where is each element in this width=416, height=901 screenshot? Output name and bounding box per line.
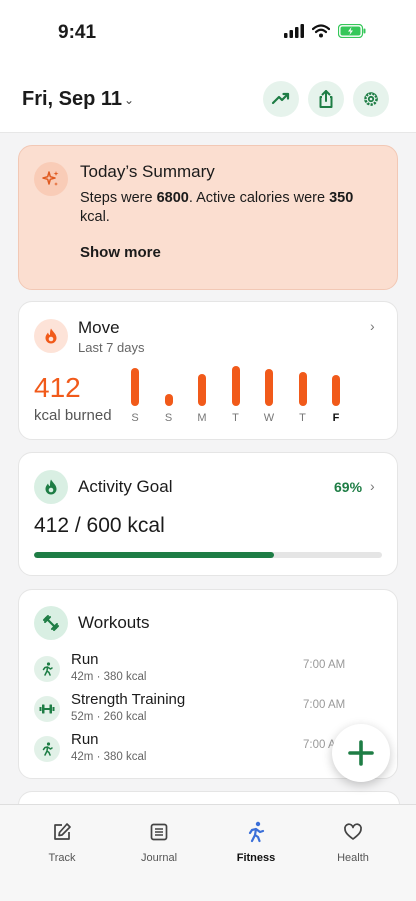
move-bar-column: F bbox=[325, 362, 347, 432]
summary-steps: 6800 bbox=[156, 190, 189, 206]
move-bar-label: T bbox=[299, 412, 306, 424]
workout-name: Run bbox=[71, 651, 99, 668]
workout-name: Run bbox=[71, 731, 99, 748]
move-bar-label: S bbox=[131, 412, 139, 424]
move-bar bbox=[131, 368, 139, 406]
date-selector[interactable]: Fri, Sep 11 bbox=[22, 88, 122, 111]
trends-button[interactable] bbox=[263, 81, 299, 117]
workout-meta: 42m · 380 kcal bbox=[71, 751, 147, 763]
nav-label: Fitness bbox=[236, 852, 276, 864]
workout-icon bbox=[34, 606, 68, 640]
nav-label: Health bbox=[337, 852, 369, 864]
move-subtitle: Last 7 days bbox=[78, 340, 145, 355]
workout-name: Strength Training bbox=[71, 691, 186, 708]
workout-meta: 42m · 380 kcal bbox=[71, 671, 147, 683]
fitness-icon bbox=[216, 819, 296, 845]
nav-item-fitness[interactable]: Fitness bbox=[216, 819, 296, 864]
flame-icon bbox=[34, 319, 68, 353]
run-icon bbox=[34, 736, 60, 762]
nav-item-track[interactable]: Track bbox=[22, 819, 102, 864]
move-bar-label: S bbox=[164, 412, 173, 424]
add-button[interactable] bbox=[332, 724, 390, 782]
move-bar-label: T bbox=[232, 412, 239, 424]
goal-title: Activity Goal bbox=[78, 477, 173, 496]
trending-up-icon bbox=[271, 92, 290, 105]
battery-icon bbox=[338, 24, 366, 38]
move-bar-label: M bbox=[197, 412, 207, 424]
flame-icon bbox=[34, 470, 68, 504]
summary-calories: 350 bbox=[329, 190, 354, 206]
workout-meta: 52m · 260 kcal bbox=[71, 711, 147, 723]
move-bar bbox=[298, 372, 307, 406]
nav-label: Journal bbox=[140, 852, 178, 864]
move-bar bbox=[231, 366, 240, 406]
status-icons bbox=[284, 24, 366, 38]
show-more-button[interactable]: Show more bbox=[80, 244, 161, 261]
gear-icon bbox=[364, 92, 378, 106]
goal-percent: 69% bbox=[334, 479, 363, 495]
share-button[interactable] bbox=[308, 81, 344, 117]
bottom-nav: Track Journal Fitness Health bbox=[0, 804, 416, 901]
run-icon bbox=[34, 656, 60, 682]
move-bar-column: T bbox=[292, 362, 314, 432]
plus-icon bbox=[348, 740, 374, 766]
heart-icon bbox=[313, 819, 393, 845]
signal-icon bbox=[284, 24, 304, 38]
summary-title: Today’s Summary bbox=[80, 162, 215, 181]
workout-time: 7:00 AM bbox=[303, 699, 346, 711]
workout-row[interactable]: Strength Training 52m · 260 kcal 7:00 AM bbox=[34, 691, 354, 727]
chevron-right-icon[interactable]: › bbox=[370, 478, 375, 494]
move-bar-chart: SSMTWTF bbox=[124, 362, 352, 432]
dumbbell-icon bbox=[34, 696, 60, 722]
move-bar-column: M bbox=[191, 362, 213, 432]
move-bar-column: W bbox=[258, 362, 280, 432]
move-bar-label: F bbox=[332, 412, 340, 424]
summary-text: Steps were 6800. Active calories were 35… bbox=[80, 190, 354, 225]
edit-icon bbox=[22, 819, 102, 845]
nav-label: Track bbox=[48, 852, 76, 864]
workouts-title: Workouts bbox=[78, 613, 150, 632]
move-bar bbox=[198, 374, 206, 406]
share-icon bbox=[319, 90, 333, 108]
move-value: 412 bbox=[34, 372, 81, 403]
journal-icon bbox=[119, 819, 199, 845]
goal-value: 412 / 600 kcal bbox=[34, 514, 165, 537]
workout-row[interactable]: Run 42m · 380 kcal 7:00 AM bbox=[34, 651, 354, 687]
status-time: 9:41 bbox=[58, 22, 97, 43]
move-bar-column: T bbox=[225, 362, 247, 432]
move-bar bbox=[332, 374, 340, 406]
wifi-icon bbox=[312, 24, 330, 38]
nav-item-journal[interactable]: Journal bbox=[119, 819, 199, 864]
move-bar-label: W bbox=[263, 412, 275, 424]
move-unit: kcal burned bbox=[34, 407, 112, 424]
move-bar-column: S bbox=[124, 362, 146, 432]
chevron-down-icon[interactable]: ⌄ bbox=[124, 93, 134, 107]
workout-time: 7:00 AM bbox=[303, 659, 346, 671]
move-bar-column: S bbox=[158, 362, 180, 432]
workout-row[interactable]: Run 42m · 380 kcal 7:00 AM bbox=[34, 731, 354, 767]
chevron-right-icon[interactable]: › bbox=[370, 318, 375, 334]
nav-item-health[interactable]: Health bbox=[313, 819, 393, 864]
move-bar bbox=[265, 369, 273, 406]
goal-progress-bar bbox=[34, 552, 382, 558]
move-bar bbox=[164, 394, 173, 406]
sparkle-icon bbox=[34, 162, 68, 196]
move-title: Move bbox=[78, 318, 120, 337]
goal-progress-fill bbox=[34, 552, 275, 558]
settings-button[interactable] bbox=[353, 81, 389, 117]
